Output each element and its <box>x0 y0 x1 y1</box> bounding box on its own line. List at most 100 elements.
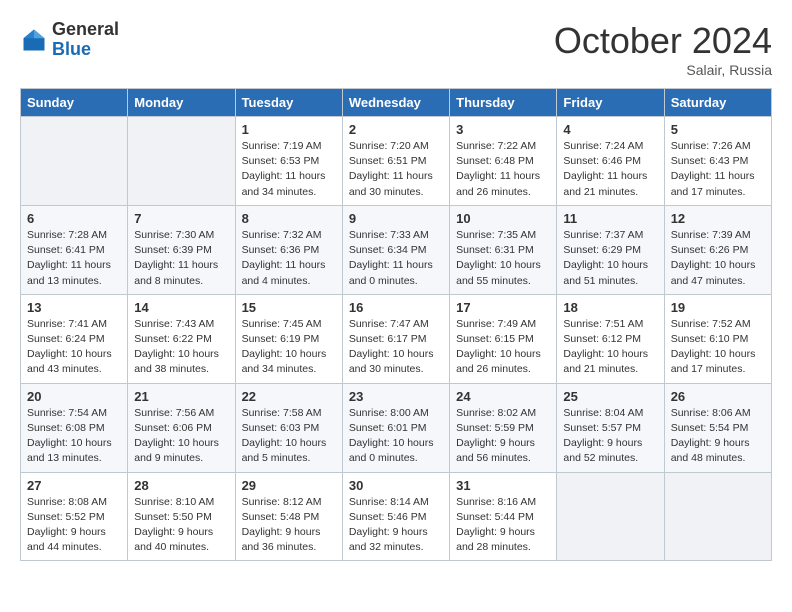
day-detail: Sunrise: 7:33 AM Sunset: 6:34 PM Dayligh… <box>349 228 443 289</box>
day-cell: 6 Sunrise: 7:28 AM Sunset: 6:41 PM Daylig… <box>21 205 128 294</box>
day-detail: Sunrise: 7:45 AM Sunset: 6:19 PM Dayligh… <box>242 317 336 378</box>
day-number: 10 <box>456 211 550 226</box>
day-cell: 30Sunrise: 8:14 AM Sunset: 5:46 PM Dayli… <box>342 472 449 561</box>
day-number: 20 <box>27 389 121 404</box>
column-header-wednesday: Wednesday <box>342 89 449 117</box>
day-detail: Sunrise: 7:58 AM Sunset: 6:03 PM Dayligh… <box>242 406 336 467</box>
day-detail: Sunrise: 7:20 AM Sunset: 6:51 PM Dayligh… <box>349 139 443 200</box>
day-detail: Sunrise: 7:49 AM Sunset: 6:15 PM Dayligh… <box>456 317 550 378</box>
week-row-2: 6 Sunrise: 7:28 AM Sunset: 6:41 PM Daylig… <box>21 205 772 294</box>
day-detail: Sunrise: 8:10 AM Sunset: 5:50 PM Dayligh… <box>134 495 228 556</box>
day-detail: Sunrise: 7:37 AM Sunset: 6:29 PM Dayligh… <box>563 228 657 289</box>
day-cell: 20 Sunrise: 7:54 AM Sunset: 6:08 PM Dayli… <box>21 383 128 472</box>
day-detail: Sunrise: 7:47 AM Sunset: 6:17 PM Dayligh… <box>349 317 443 378</box>
day-cell: 7Sunrise: 7:30 AM Sunset: 6:39 PM Daylig… <box>128 205 235 294</box>
day-cell: 9 Sunrise: 7:33 AM Sunset: 6:34 PM Daylig… <box>342 205 449 294</box>
day-number: 26 <box>671 389 765 404</box>
day-detail: Sunrise: 8:00 AM Sunset: 6:01 PM Dayligh… <box>349 406 443 467</box>
day-number: 23 <box>349 389 443 404</box>
day-cell: 13 Sunrise: 7:41 AM Sunset: 6:24 PM Dayli… <box>21 294 128 383</box>
day-cell: 14Sunrise: 7:43 AM Sunset: 6:22 PM Dayli… <box>128 294 235 383</box>
day-cell: 31 Sunrise: 8:16 AM Sunset: 5:44 PM Dayli… <box>450 472 557 561</box>
day-detail: Sunrise: 7:41 AM Sunset: 6:24 PM Dayligh… <box>27 317 121 378</box>
day-cell: 25 Sunrise: 8:04 AM Sunset: 5:57 PM Dayli… <box>557 383 664 472</box>
column-header-sunday: Sunday <box>21 89 128 117</box>
calendar-table: SundayMondayTuesdayWednesdayThursdayFrid… <box>20 88 772 561</box>
month-title: October 2024 <box>554 20 772 62</box>
day-number: 8 <box>242 211 336 226</box>
day-cell: 27 Sunrise: 8:08 AM Sunset: 5:52 PM Dayli… <box>21 472 128 561</box>
day-cell: 3Sunrise: 7:22 AM Sunset: 6:48 PM Daylig… <box>450 117 557 206</box>
day-number: 29 <box>242 478 336 493</box>
logo-icon <box>20 26 48 54</box>
day-cell <box>664 472 771 561</box>
day-detail: Sunrise: 8:04 AM Sunset: 5:57 PM Dayligh… <box>563 406 657 467</box>
day-cell: 4 Sunrise: 7:24 AM Sunset: 6:46 PM Daylig… <box>557 117 664 206</box>
day-number: 11 <box>563 211 657 226</box>
day-cell: 17 Sunrise: 7:49 AM Sunset: 6:15 PM Dayli… <box>450 294 557 383</box>
day-number: 7 <box>134 211 228 226</box>
day-detail: Sunrise: 8:02 AM Sunset: 5:59 PM Dayligh… <box>456 406 550 467</box>
day-cell <box>128 117 235 206</box>
day-cell: 2Sunrise: 7:20 AM Sunset: 6:51 PM Daylig… <box>342 117 449 206</box>
logo: General Blue <box>20 20 119 60</box>
day-detail: Sunrise: 8:12 AM Sunset: 5:48 PM Dayligh… <box>242 495 336 556</box>
day-detail: Sunrise: 7:19 AM Sunset: 6:53 PM Dayligh… <box>242 139 336 200</box>
day-cell: 26 Sunrise: 8:06 AM Sunset: 5:54 PM Dayli… <box>664 383 771 472</box>
day-detail: Sunrise: 8:06 AM Sunset: 5:54 PM Dayligh… <box>671 406 765 467</box>
day-number: 13 <box>27 300 121 315</box>
day-number: 15 <box>242 300 336 315</box>
title-block: October 2024 Salair, Russia <box>554 20 772 78</box>
day-cell: 23 Sunrise: 8:00 AM Sunset: 6:01 PM Dayli… <box>342 383 449 472</box>
logo-text: General Blue <box>52 20 119 60</box>
day-number: 9 <box>349 211 443 226</box>
column-header-saturday: Saturday <box>664 89 771 117</box>
day-number: 24 <box>456 389 550 404</box>
column-header-thursday: Thursday <box>450 89 557 117</box>
day-cell: 29 Sunrise: 8:12 AM Sunset: 5:48 PM Dayli… <box>235 472 342 561</box>
day-detail: Sunrise: 7:24 AM Sunset: 6:46 PM Dayligh… <box>563 139 657 200</box>
day-number: 17 <box>456 300 550 315</box>
day-number: 21 <box>134 389 228 404</box>
day-detail: Sunrise: 8:08 AM Sunset: 5:52 PM Dayligh… <box>27 495 121 556</box>
day-cell: 11 Sunrise: 7:37 AM Sunset: 6:29 PM Dayli… <box>557 205 664 294</box>
day-number: 28 <box>134 478 228 493</box>
day-number: 6 <box>27 211 121 226</box>
day-detail: Sunrise: 7:39 AM Sunset: 6:26 PM Dayligh… <box>671 228 765 289</box>
week-row-3: 13 Sunrise: 7:41 AM Sunset: 6:24 PM Dayli… <box>21 294 772 383</box>
day-detail: Sunrise: 7:26 AM Sunset: 6:43 PM Dayligh… <box>671 139 765 200</box>
day-detail: Sunrise: 8:16 AM Sunset: 5:44 PM Dayligh… <box>456 495 550 556</box>
day-cell <box>21 117 128 206</box>
week-row-5: 27 Sunrise: 8:08 AM Sunset: 5:52 PM Dayli… <box>21 472 772 561</box>
day-number: 22 <box>242 389 336 404</box>
day-cell: 21 Sunrise: 7:56 AM Sunset: 6:06 PM Dayli… <box>128 383 235 472</box>
week-row-4: 20 Sunrise: 7:54 AM Sunset: 6:08 PM Dayli… <box>21 383 772 472</box>
day-cell: 15 Sunrise: 7:45 AM Sunset: 6:19 PM Dayli… <box>235 294 342 383</box>
page-header: General Blue October 2024 Salair, Russia <box>20 20 772 78</box>
day-number: 31 <box>456 478 550 493</box>
day-number: 4 <box>563 122 657 137</box>
day-number: 25 <box>563 389 657 404</box>
day-detail: Sunrise: 7:32 AM Sunset: 6:36 PM Dayligh… <box>242 228 336 289</box>
day-detail: Sunrise: 7:52 AM Sunset: 6:10 PM Dayligh… <box>671 317 765 378</box>
day-number: 14 <box>134 300 228 315</box>
day-number: 18 <box>563 300 657 315</box>
day-detail: Sunrise: 7:51 AM Sunset: 6:12 PM Dayligh… <box>563 317 657 378</box>
day-cell: 10 Sunrise: 7:35 AM Sunset: 6:31 PM Dayli… <box>450 205 557 294</box>
day-number: 12 <box>671 211 765 226</box>
day-number: 5 <box>671 122 765 137</box>
day-detail: Sunrise: 7:56 AM Sunset: 6:06 PM Dayligh… <box>134 406 228 467</box>
day-cell: 1 Sunrise: 7:19 AM Sunset: 6:53 PM Daylig… <box>235 117 342 206</box>
day-cell: 28 Sunrise: 8:10 AM Sunset: 5:50 PM Dayli… <box>128 472 235 561</box>
week-row-1: 1 Sunrise: 7:19 AM Sunset: 6:53 PM Daylig… <box>21 117 772 206</box>
day-detail: Sunrise: 7:35 AM Sunset: 6:31 PM Dayligh… <box>456 228 550 289</box>
day-number: 27 <box>27 478 121 493</box>
column-header-friday: Friday <box>557 89 664 117</box>
day-detail: Sunrise: 7:54 AM Sunset: 6:08 PM Dayligh… <box>27 406 121 467</box>
day-cell: 22 Sunrise: 7:58 AM Sunset: 6:03 PM Dayli… <box>235 383 342 472</box>
day-detail: Sunrise: 7:28 AM Sunset: 6:41 PM Dayligh… <box>27 228 121 289</box>
day-number: 1 <box>242 122 336 137</box>
day-number: 3 <box>456 122 550 137</box>
day-number: 30 <box>349 478 443 493</box>
day-cell: 24 Sunrise: 8:02 AM Sunset: 5:59 PM Dayli… <box>450 383 557 472</box>
